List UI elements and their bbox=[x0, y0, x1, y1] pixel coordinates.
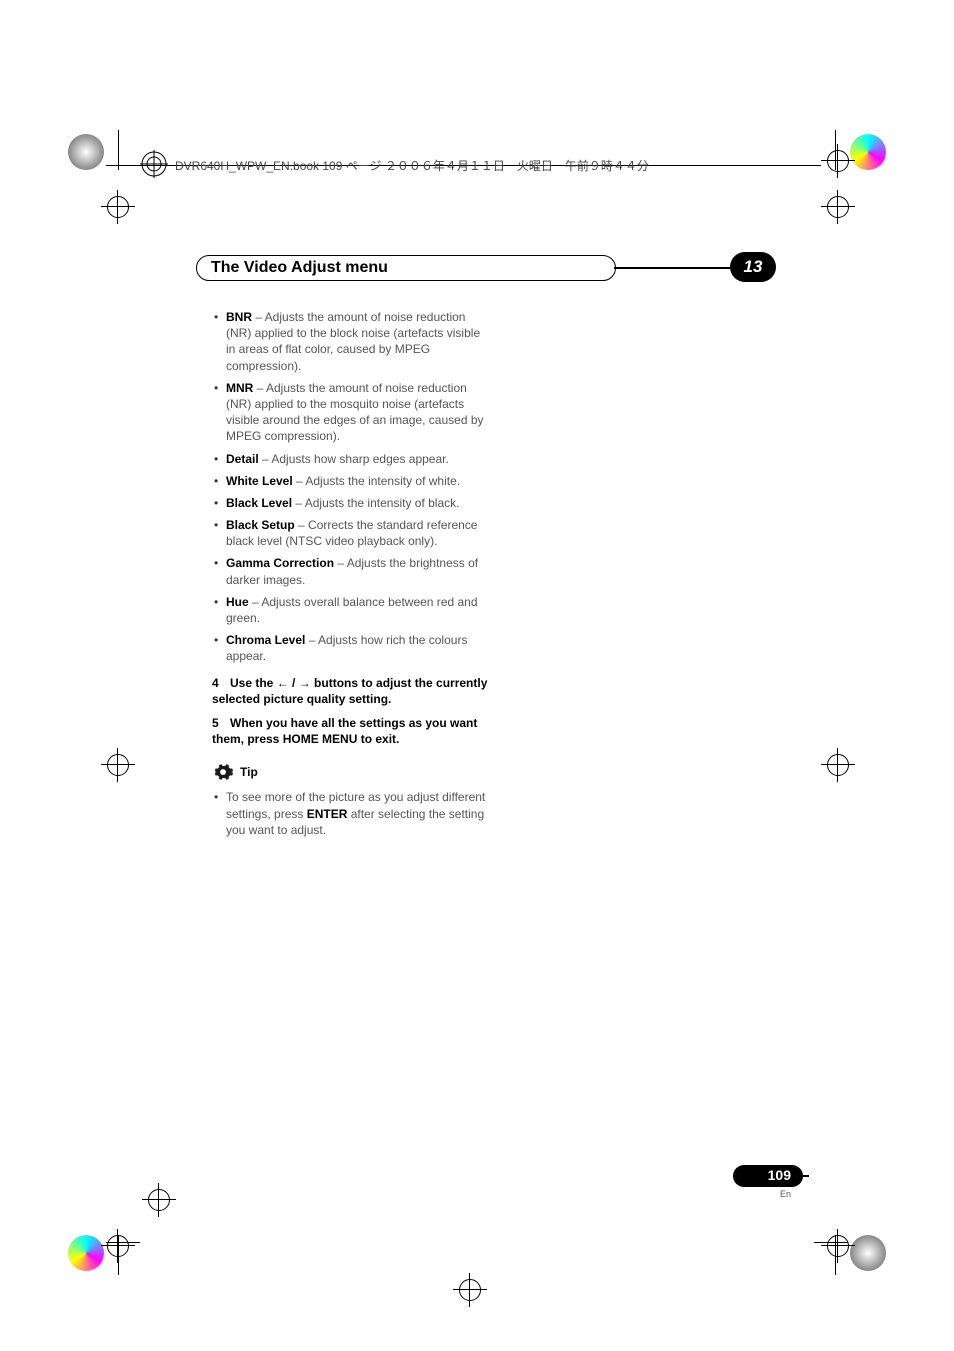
color-swatch-tl bbox=[68, 134, 104, 170]
step-number: 4 bbox=[212, 675, 230, 691]
main-content: BNR – Adjusts the amount of noise reduct… bbox=[212, 309, 490, 848]
step-number: 5 bbox=[212, 715, 230, 731]
item-label: Black Setup bbox=[226, 518, 295, 532]
registration-mark bbox=[148, 1189, 170, 1211]
item-text: – Adjusts how sharp edges appear. bbox=[259, 452, 449, 466]
crop-line bbox=[118, 1235, 119, 1275]
step-5: 5When you have all the settings as you w… bbox=[212, 715, 490, 747]
step-4: 4Use the ← / → buttons to adjust the cur… bbox=[212, 675, 490, 707]
header-file-info: DVR640H_WPW_EN.book 109 ページ ２００６年４月１１日 火… bbox=[175, 157, 649, 174]
tip-label: Tip bbox=[240, 764, 258, 780]
page-number: 109 bbox=[768, 1167, 791, 1183]
tip-heading: Tip bbox=[212, 761, 490, 783]
item-label: MNR bbox=[226, 381, 253, 395]
list-item: Chroma Level – Adjusts how rich the colo… bbox=[212, 632, 490, 664]
step-text: When you have all the settings as you wa… bbox=[212, 716, 477, 746]
tip-list: To see more of the picture as you adjust… bbox=[212, 789, 490, 838]
page-language: En bbox=[780, 1189, 791, 1199]
registration-mark bbox=[827, 196, 849, 218]
list-item: Black Setup – Corrects the standard refe… bbox=[212, 517, 490, 549]
item-label: White Level bbox=[226, 474, 293, 488]
chapter-number-badge: 13 bbox=[730, 252, 776, 282]
list-item: MNR – Adjusts the amount of noise reduct… bbox=[212, 380, 490, 445]
chapter-heading: The Video Adjust menu 13 bbox=[196, 255, 776, 281]
chapter-rule bbox=[614, 267, 732, 269]
item-text: – Adjusts overall balance between red an… bbox=[226, 595, 478, 625]
registration-mark bbox=[107, 196, 129, 218]
arrow-left-right-icon: ← / → bbox=[277, 676, 311, 690]
list-item: Gamma Correction – Adjusts the brightnes… bbox=[212, 555, 490, 587]
color-swatch-bl bbox=[68, 1235, 104, 1271]
chapter-title: The Video Adjust menu bbox=[211, 259, 388, 277]
book-icon bbox=[140, 150, 168, 178]
item-text: – Adjusts the intensity of black. bbox=[292, 496, 459, 510]
crop-line bbox=[814, 1242, 848, 1243]
list-item: Detail – Adjusts how sharp edges appear. bbox=[212, 451, 490, 467]
list-item: Hue – Adjusts overall balance between re… bbox=[212, 594, 490, 626]
tip-key: ENTER bbox=[307, 807, 348, 821]
color-swatch-tr bbox=[850, 134, 886, 170]
settings-list: BNR – Adjusts the amount of noise reduct… bbox=[212, 309, 490, 665]
crop-line bbox=[835, 130, 836, 170]
item-label: Black Level bbox=[226, 496, 292, 510]
crop-line bbox=[835, 1235, 836, 1275]
item-text: – Adjusts the intensity of white. bbox=[293, 474, 460, 488]
color-swatch-br bbox=[850, 1235, 886, 1271]
list-item: Black Level – Adjusts the intensity of b… bbox=[212, 495, 490, 511]
page-number-badge: 109 En bbox=[733, 1165, 809, 1193]
chapter-title-pill: The Video Adjust menu bbox=[196, 255, 616, 281]
registration-mark bbox=[827, 1235, 849, 1257]
chapter-number: 13 bbox=[744, 257, 763, 277]
gear-icon bbox=[212, 761, 234, 783]
crop-line bbox=[118, 130, 119, 170]
registration-mark bbox=[459, 1279, 481, 1301]
step-text: Use the bbox=[230, 676, 277, 690]
crop-line bbox=[106, 1242, 140, 1243]
item-label: Gamma Correction bbox=[226, 556, 334, 570]
item-label: Chroma Level bbox=[226, 633, 305, 647]
item-label: Hue bbox=[226, 595, 249, 609]
list-item: White Level – Adjusts the intensity of w… bbox=[212, 473, 490, 489]
registration-mark bbox=[827, 150, 849, 172]
registration-mark bbox=[827, 754, 849, 776]
item-label: Detail bbox=[226, 452, 259, 466]
registration-mark bbox=[107, 754, 129, 776]
item-label: BNR bbox=[226, 310, 252, 324]
item-text: – Adjusts the amount of noise reduction … bbox=[226, 381, 484, 444]
list-item: To see more of the picture as you adjust… bbox=[212, 789, 490, 838]
list-item: BNR – Adjusts the amount of noise reduct… bbox=[212, 309, 490, 374]
item-text: – Adjusts the amount of noise reduction … bbox=[226, 310, 480, 373]
